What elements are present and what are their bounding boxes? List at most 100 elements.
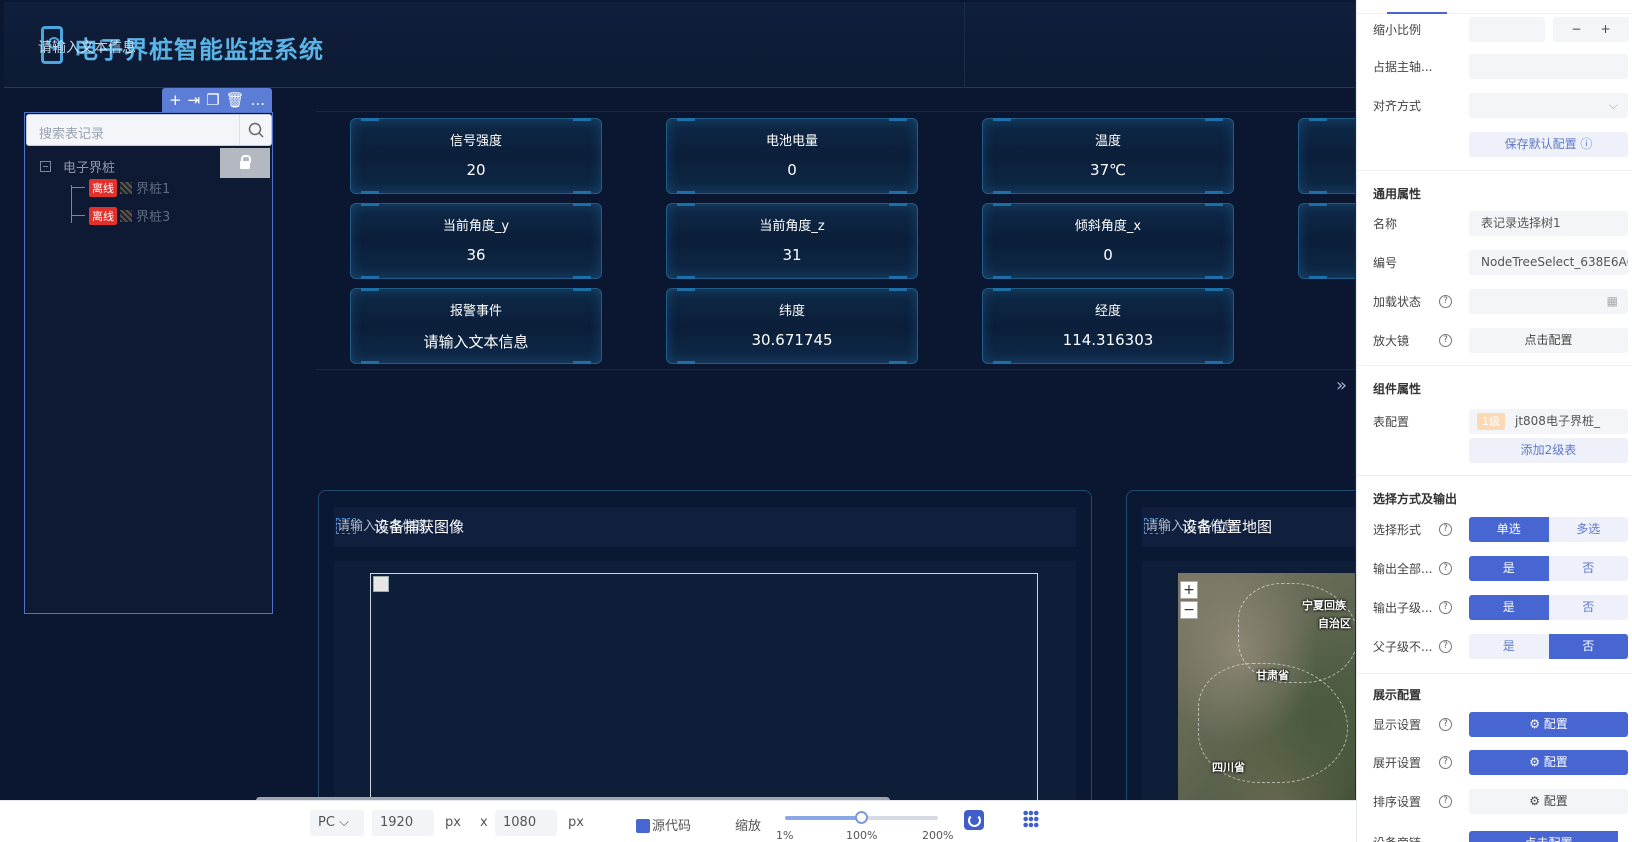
prop-row: 设备旁链 点击配置 (1373, 826, 1618, 842)
output-child-toggle[interactable]: 是 否 (1469, 595, 1628, 620)
metric-card[interactable]: 经度 114.316303 (982, 288, 1234, 364)
metric-card[interactable]: 温度 37℃ (982, 118, 1234, 194)
device-config-button[interactable]: 点击配置 (1469, 831, 1618, 842)
tree-search-input[interactable]: 搜索表记录 (26, 114, 272, 146)
parent-child-toggle[interactable]: 是 否 (1469, 634, 1628, 659)
select-single-option[interactable]: 单选 (1469, 517, 1549, 542)
map-zoom-in-button[interactable]: + (1180, 581, 1198, 599)
metric-card-partial[interactable] (1298, 118, 1355, 194)
zoom-max-label: 200% (922, 829, 954, 842)
copy-icon[interactable]: ❐ (206, 93, 219, 108)
prop-row: 放大镜 ? 点击配置 (1373, 328, 1628, 354)
metric-card[interactable]: 当前角度_z 31 (666, 203, 918, 279)
panel-title: 设备位置地图 (1182, 518, 1273, 536)
search-button[interactable] (239, 115, 271, 145)
collapse-icon[interactable] (40, 161, 51, 172)
prop-row: 添加2级表 (1373, 438, 1628, 464)
metric-card-partial[interactable] (1298, 203, 1355, 279)
metric-value: 0 (787, 161, 797, 179)
section-title: 展示配置 (1373, 688, 1422, 702)
tree-node[interactable]: 离线 界桩1 (71, 178, 170, 197)
device-select[interactable]: PC ⌵ (310, 810, 364, 836)
lock-button[interactable] (220, 148, 270, 178)
tree-node[interactable]: 离线 界桩3 (71, 206, 170, 225)
zoom-slider[interactable] (785, 811, 938, 824)
load-state-input[interactable]: ▦ (1469, 289, 1628, 314)
save-default-button[interactable]: 保存默认配置 ⓘ (1469, 132, 1628, 157)
help-icon[interactable]: ? (1439, 756, 1452, 769)
metric-card[interactable]: 信号强度 20 (350, 118, 602, 194)
tab-properties[interactable] (1387, 0, 1447, 14)
gear-icon: ⚙ (1529, 717, 1540, 731)
map-zoom-out-button[interactable]: − (1180, 601, 1198, 619)
move-icon[interactable]: ⇥ (188, 93, 201, 108)
help-icon[interactable]: ? (1439, 523, 1452, 536)
help-icon[interactable]: ? (1439, 640, 1452, 653)
canvas-width-input[interactable]: 1920 (372, 810, 434, 836)
source-code-button[interactable]: 源代码 (652, 815, 691, 834)
scale-input[interactable] (1469, 17, 1545, 42)
add-level-button[interactable]: 添加2级表 (1469, 438, 1628, 463)
help-icon[interactable]: ? (1439, 718, 1452, 731)
node-checkbox[interactable] (120, 181, 132, 194)
unit-label: px (445, 815, 461, 830)
metric-card[interactable]: 报警事件 请输入文本信息 (350, 288, 602, 364)
metric-value: 20 (466, 161, 486, 179)
metric-value: 114.316303 (1062, 331, 1154, 349)
metric-card[interactable]: 纬度 30.671745 (666, 288, 918, 364)
flex-grow-input[interactable] (1469, 54, 1628, 79)
tree-root-node[interactable]: 电子界桩 (40, 157, 115, 176)
grid-icon[interactable] (1023, 810, 1039, 828)
panel-header: 请输入文本信息 设备捕获图像 (334, 507, 1076, 547)
metric-card[interactable]: 电池电量 0 (666, 118, 918, 194)
metric-label: 当前角度_y (442, 219, 510, 234)
section-title: 通用属性 (1373, 187, 1422, 201)
search-placeholder: 搜索表记录 (39, 127, 105, 142)
text-placeholder-overlay[interactable]: 请输入文本信息 (38, 37, 136, 57)
align-select[interactable]: ⌵ (1469, 93, 1628, 118)
map-panel[interactable]: 请输入文本信息 设备位置地图 + − 宁夏回族 自治区 甘肃省 四川省 (1126, 490, 1355, 800)
refresh-icon[interactable] (964, 810, 984, 830)
captured-image (370, 573, 1038, 800)
metric-card[interactable]: 当前角度_y 36 (350, 203, 602, 279)
unit-label: px (568, 815, 584, 830)
scale-stepper[interactable]: − + (1553, 17, 1629, 42)
prop-row: 展开设置 ? ⚙ 配置 (1373, 750, 1628, 776)
display-config-button[interactable]: ⚙ 配置 (1469, 712, 1628, 737)
help-icon[interactable]: ? (1439, 295, 1452, 308)
name-input[interactable]: 表记录选择树1 (1469, 211, 1628, 236)
zoom-slider-handle[interactable] (855, 811, 869, 824)
magnifier-config-button[interactable]: 点击配置 (1469, 328, 1628, 353)
output-all-toggle[interactable]: 是 否 (1469, 556, 1628, 581)
code-icon[interactable] (636, 819, 650, 833)
select-mode-toggle[interactable]: 单选 多选 (1469, 517, 1628, 542)
canvas-height-input[interactable]: 1080 (495, 810, 557, 836)
satellite-map[interactable]: + − 宁夏回族 自治区 甘肃省 四川省 (1178, 573, 1355, 800)
sort-config-button[interactable]: ⚙ 配置 (1469, 789, 1628, 814)
table-config-field[interactable]: 1级 jt808电子界桩_ (1469, 409, 1628, 434)
select-multi-option[interactable]: 多选 (1548, 517, 1628, 542)
help-icon[interactable]: ? (1439, 795, 1452, 808)
delete-icon[interactable]: 🗑 (226, 93, 245, 108)
metric-value: 0 (1103, 246, 1113, 264)
metric-label: 报警事件 (449, 304, 502, 319)
help-icon[interactable]: ? (1439, 601, 1452, 614)
prop-row: 对齐方式 ⌵ (1373, 93, 1628, 119)
calendar-icon: ▦ (1606, 294, 1618, 308)
header-divider (964, 2, 965, 88)
help-icon[interactable]: ? (1439, 562, 1452, 575)
double-chevron-right-icon[interactable]: » (1336, 375, 1347, 396)
add-icon[interactable]: + (169, 93, 182, 108)
image-panel[interactable]: 请输入文本信息 设备捕获图像 (318, 490, 1092, 800)
node-checkbox[interactable] (120, 209, 132, 222)
metric-card[interactable]: 倾斜角度_x 0 (982, 203, 1234, 279)
help-icon[interactable]: ? (1439, 334, 1452, 347)
id-input[interactable]: NodeTreeSelect_638E6A6I (1469, 250, 1628, 275)
dashboard-header: 电子界桩智能监控系统 请输入文本信息 (4, 2, 1355, 88)
zoom-min-label: 1% (776, 829, 794, 842)
expand-config-button[interactable]: ⚙ 配置 (1469, 750, 1628, 775)
record-tree-panel[interactable]: 搜索表记录 电子界桩 离线 界桩1 离线 界桩3 (24, 112, 273, 614)
more-icon[interactable]: ... (251, 93, 265, 108)
metric-value: 37℃ (1090, 161, 1126, 179)
help-icon: ⓘ (1580, 137, 1593, 151)
